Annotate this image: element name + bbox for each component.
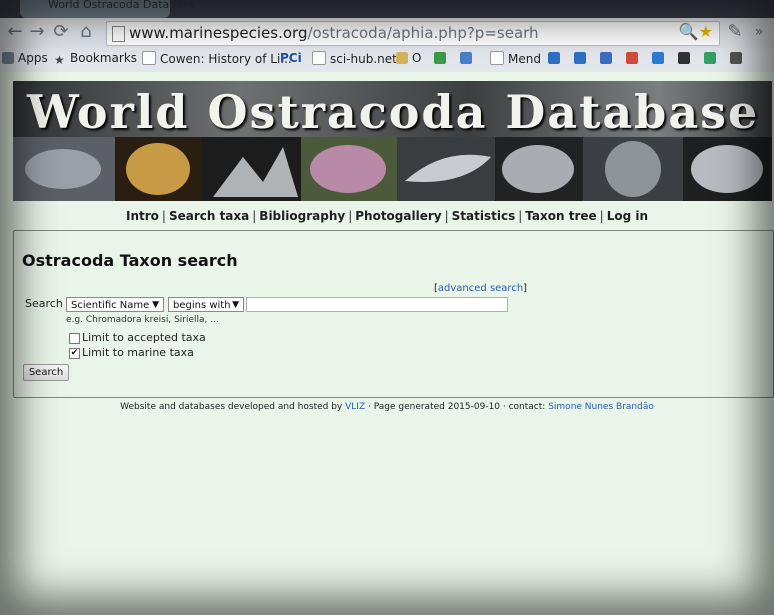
bookmark-mend[interactable]: Mend [490,51,541,66]
bookmark-icon-2[interactable] [460,51,476,65]
site-nav: Intro | Search taxa | Bibliography | Photogall… [125,209,649,223]
dropbox-icon[interactable] [652,51,668,65]
screen: World Ostracoda Database ← → ⟳ ⌂ www.mar… [0,0,774,615]
bookmark-scihub[interactable]: sci-hub.net [312,51,397,66]
forward-icon[interactable]: → [26,21,48,43]
browser-toolbar: ← → ⟳ ⌂ www.marinespecies.org/ostracoda/… [0,18,774,48]
reload-icon[interactable]: ⟳ [50,21,72,43]
nav-statistics[interactable]: Statistics [452,209,516,223]
pen-icon[interactable]: ✎ [724,21,746,43]
back-icon[interactable]: ← [4,21,26,43]
search-panel: Ostracoda Taxon search [advanced search]… [13,230,774,398]
nav-bibliography[interactable]: Bibliography [259,209,345,223]
nav-taxon-tree[interactable]: Taxon tree [525,209,596,223]
page-icon [112,26,125,42]
bookmark-apps[interactable]: Apps [2,51,48,65]
tab-strip: World Ostracoda Database [0,0,774,18]
bookmark-icon-8[interactable] [730,51,746,65]
mode-select[interactable]: begins with ▼ [168,297,244,312]
search-input[interactable] [246,297,508,312]
web-page: World Ostracoda Database Intro | Search … [0,72,774,615]
footer-prefix: Website and databases developed and host… [120,402,343,412]
bookmark-folder-o[interactable]: O [396,51,421,65]
bookmark-bookmarks[interactable]: ★ Bookmarks [54,51,137,67]
site-title: World Ostracoda Database [27,85,760,139]
nav-search-taxa[interactable]: Search taxa [169,209,249,223]
bookmark-icon-4[interactable] [574,51,590,65]
search-label: Search [25,297,63,310]
site-banner[interactable]: World Ostracoda Database [13,81,772,201]
footer-middle: · Page generated 2015-09-10 · contact: [368,402,546,412]
limit-marine-checkbox[interactable]: ✔ [69,348,80,359]
search-example: e.g. Chromadora kreisi, Siriella, ... [66,315,219,325]
star-icon[interactable]: ★ [699,22,713,41]
page-footer: Website and databases developed and host… [0,402,774,412]
nav-intro[interactable]: Intro [126,209,159,223]
bookmark-icon-3[interactable] [548,51,564,65]
url-text: www.marinespecies.org/ostracoda/aphia.ph… [129,24,539,42]
chevron-down-icon: ▼ [152,300,159,310]
advanced-search: [advanced search] [434,283,528,294]
nav-log-in[interactable]: Log in [607,209,648,223]
address-bar[interactable]: www.marinespecies.org/ostracoda/aphia.ph… [106,21,720,46]
contact-link[interactable]: Simone Nunes Brandão [548,402,654,412]
tab-title: World Ostracoda Database [48,0,196,11]
nav-photogallery[interactable]: Photogallery [355,209,441,223]
limit-accepted-label: Limit to accepted taxa [82,331,206,344]
page-title: Ostracoda Taxon search [22,251,238,270]
limit-accepted-checkbox[interactable] [69,333,80,344]
search-button[interactable]: Search [23,364,69,381]
bookmark-icon-6[interactable] [678,51,694,65]
bookmark-icon-5[interactable] [600,51,616,65]
chevron-down-icon: ▼ [232,300,239,310]
bookmark-icon-7[interactable] [704,51,720,65]
browser-tab[interactable]: World Ostracoda Database [20,0,195,18]
bookmarks-bar: Apps ★ Bookmarks Cowen: History of Li... … [0,48,774,73]
maps-icon[interactable] [434,51,450,65]
vliz-link[interactable]: VLIZ [345,402,365,412]
bookmark-pci[interactable]: PCi [280,51,302,65]
bookmark-cowen[interactable]: Cowen: History of Li... [142,51,292,66]
banner-specimen-images [13,137,772,201]
home-icon[interactable]: ⌂ [75,21,97,43]
gmail-icon[interactable] [626,51,642,65]
zoom-icon[interactable]: 🔍★ [679,22,713,41]
advanced-search-link[interactable]: advanced search [438,283,523,294]
check-icon: ✔ [70,348,79,358]
overflow-icon[interactable]: » [748,21,770,43]
limit-marine-label: Limit to marine taxa [82,346,194,359]
field-select[interactable]: Scientific Name ▼ [66,297,164,312]
